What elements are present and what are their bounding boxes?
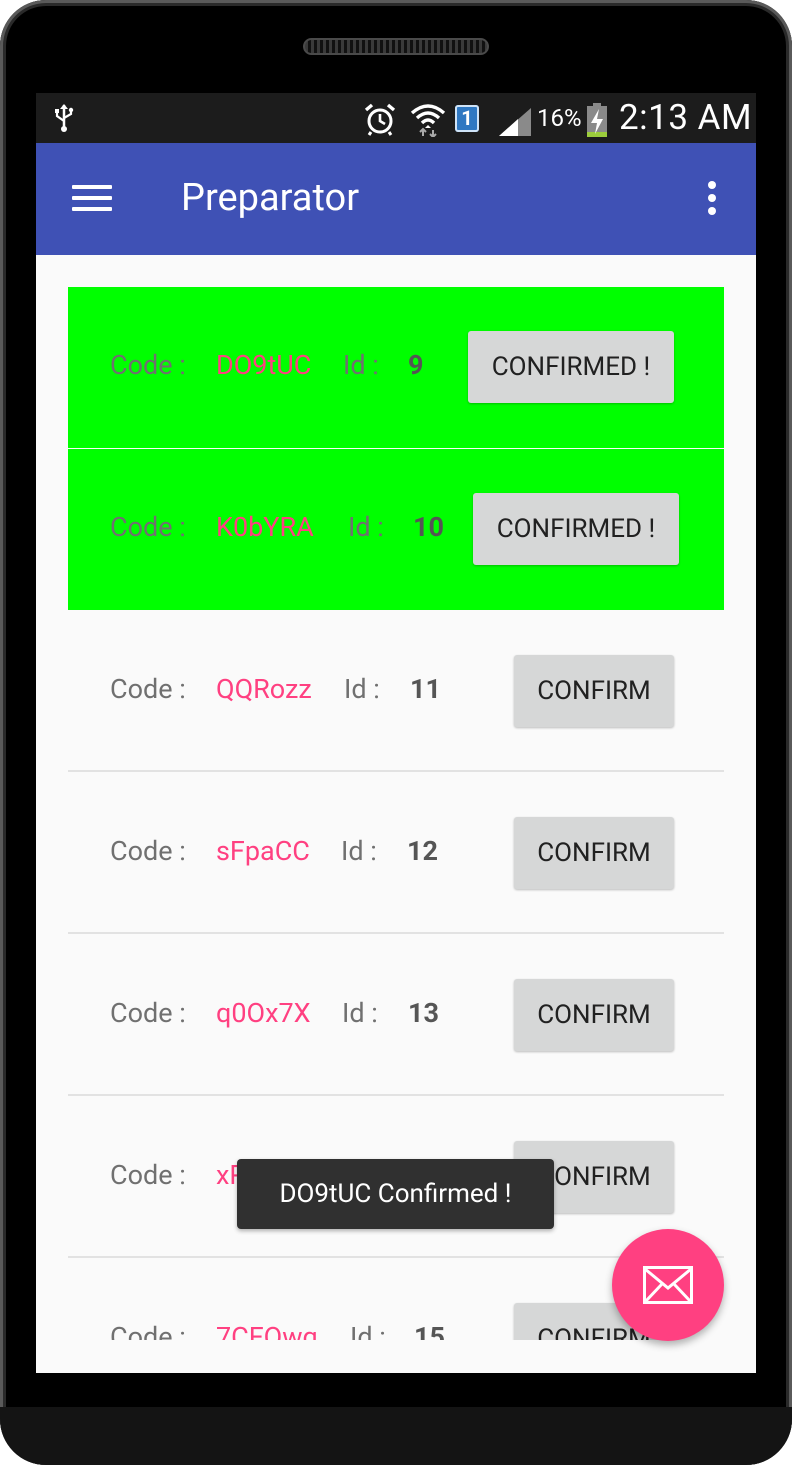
- hamburger-menu-icon[interactable]: [72, 185, 112, 215]
- id-label: Id :: [350, 1321, 386, 1340]
- screen: 1 16% 2:13 AM Preparator Code : DO9tUC I…: [36, 93, 756, 1373]
- confirm-button[interactable]: CONFIRM: [514, 817, 674, 889]
- confirm-button[interactable]: CONFIRM: [514, 979, 674, 1051]
- code-value: 7CFOwq: [216, 1321, 318, 1340]
- code-label: Code :: [110, 835, 186, 867]
- list-item: Code : q0Ox7X Id : 13 CONFIRM: [68, 935, 724, 1096]
- signal-icon: [499, 108, 531, 136]
- usb-icon: [55, 104, 74, 132]
- code-label: Code :: [110, 997, 186, 1029]
- id-value: 12: [407, 835, 438, 867]
- phone-speaker: [303, 38, 489, 55]
- list-item: Code : DO9tUC Id : 9 CONFIRMED !: [68, 287, 724, 448]
- mail-icon: [643, 1266, 693, 1304]
- id-value: 10: [413, 511, 444, 543]
- phone-frame: 1 16% 2:13 AM Preparator Code : DO9tUC I…: [0, 0, 792, 1465]
- battery-percent: 16%: [537, 104, 582, 132]
- id-label: Id :: [342, 997, 378, 1029]
- confirmed-button[interactable]: CONFIRMED !: [473, 493, 679, 565]
- wifi-icon: [410, 104, 446, 137]
- list-item: Code : sFpaCC Id : 12 CONFIRM: [68, 773, 724, 934]
- id-label: Id :: [343, 349, 379, 381]
- code-label: Code :: [110, 673, 186, 705]
- sim-notification-icon: 1: [455, 105, 479, 132]
- alarm-icon: [364, 103, 396, 136]
- overflow-menu-icon[interactable]: [702, 181, 722, 221]
- id-label: Id :: [341, 835, 377, 867]
- id-value: 13: [408, 997, 439, 1029]
- app-bar: Preparator: [36, 143, 756, 255]
- confirm-button[interactable]: CONFIRM: [514, 655, 674, 727]
- id-value: 11: [410, 673, 441, 705]
- status-bar: 1 16% 2:13 AM: [36, 93, 756, 143]
- toast-message: DO9tUC Confirmed !: [237, 1159, 554, 1229]
- code-label: Code :: [110, 1321, 186, 1340]
- status-clock: 2:13 AM: [619, 97, 753, 138]
- phone-bottom-bezel: [0, 1407, 792, 1465]
- code-label: Code :: [110, 511, 186, 543]
- list-item: Code : K0bYRA Id : 10 CONFIRMED !: [68, 449, 724, 610]
- id-value: 9: [408, 349, 424, 381]
- code-value: sFpaCC: [216, 835, 310, 867]
- id-value: 15: [414, 1321, 445, 1340]
- code-value: q0Ox7X: [216, 997, 311, 1029]
- list-item: Code : QQRozz Id : 11 CONFIRM: [68, 611, 724, 772]
- code-value: QQRozz: [216, 673, 312, 705]
- compose-fab[interactable]: [612, 1229, 724, 1341]
- code-value: DO9tUC: [216, 349, 312, 381]
- confirmed-button[interactable]: CONFIRMED !: [468, 331, 674, 403]
- app-title: Preparator: [181, 176, 360, 220]
- id-label: Id :: [344, 673, 380, 705]
- code-label: Code :: [110, 349, 186, 381]
- battery-charging-icon: [587, 103, 607, 137]
- code-label: Code :: [110, 1159, 186, 1191]
- id-label: Id :: [348, 511, 384, 543]
- code-value: K0bYRA: [216, 511, 314, 543]
